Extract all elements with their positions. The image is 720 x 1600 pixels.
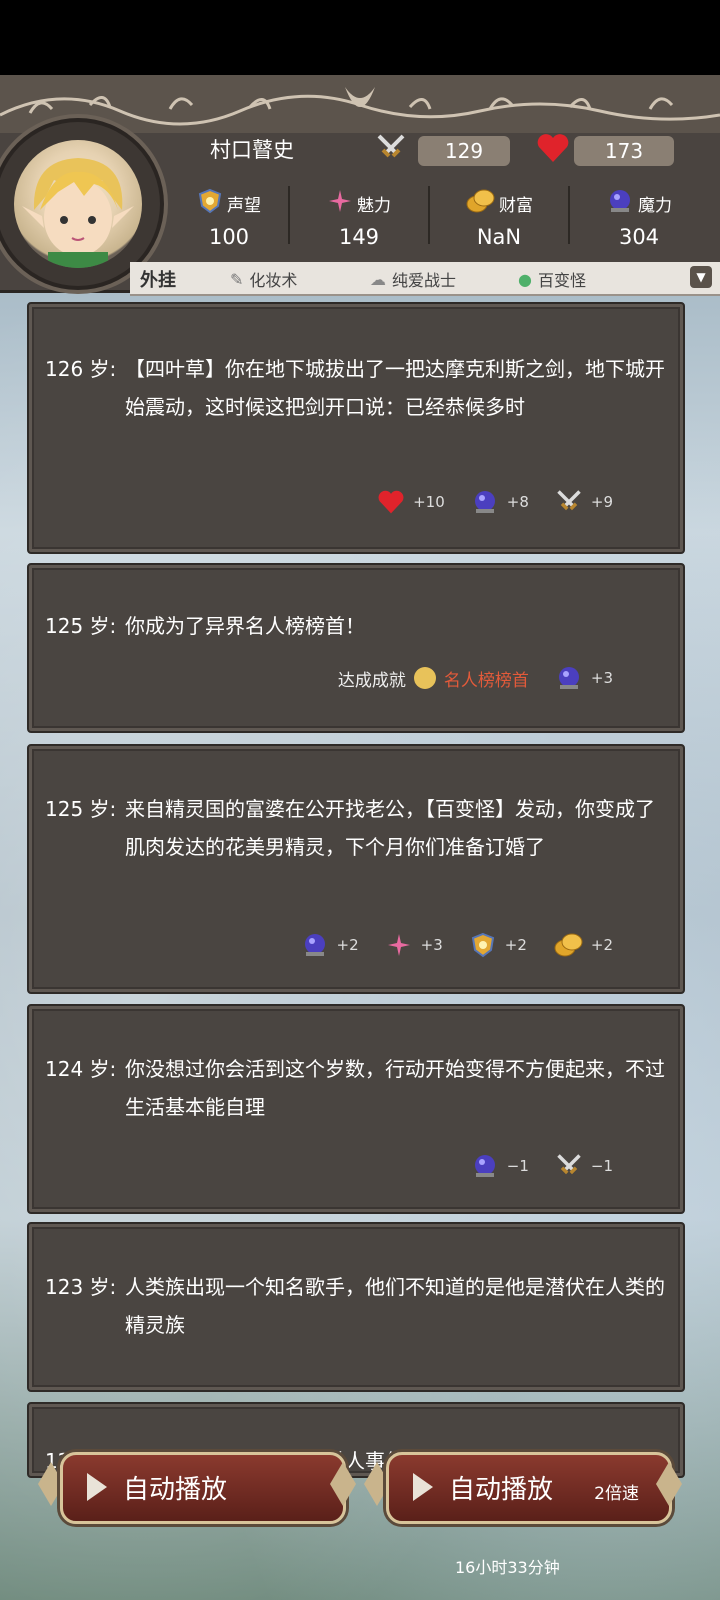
cheat-label: 化妆术 [249, 271, 298, 290]
makeup-icon: ✎ [230, 269, 244, 289]
event-age: 125 岁: [45, 614, 117, 638]
autoplay-2x-button[interactable]: 自动播放 2倍速 [386, 1452, 672, 1524]
play-timer: 16小时33分钟 [455, 1558, 560, 1577]
attack-value: 129 [418, 136, 510, 166]
stat-mana: 魔力 304 [570, 180, 708, 250]
slime-icon: ● [518, 269, 532, 289]
achievement: 达成成就 名人榜榜首 [338, 666, 529, 691]
stat-label: 魔力 [638, 196, 672, 216]
avatar [14, 140, 142, 268]
reward-item: −1 [471, 1153, 529, 1179]
event-card: 125 岁: 你成为了异界名人榜榜首！ 达成成就 名人榜榜首 +3 [27, 563, 685, 733]
stat-label: 声望 [227, 196, 261, 216]
reward-value: +8 [506, 493, 529, 511]
reward-value: +3 [590, 669, 613, 687]
reward-value: +3 [420, 936, 443, 954]
stat-label: 财富 [499, 196, 533, 216]
crossed-swords-icon [375, 132, 407, 168]
cheats-row: 外挂 ✎ 化妆术 ☁ 纯爱战士 ● 百变怪 ▼ [130, 262, 720, 296]
reward-item: +2 [469, 932, 527, 958]
event-age: 126 岁: [45, 357, 117, 381]
gold-coins-icon [465, 188, 495, 219]
reward-value: −1 [506, 1157, 529, 1175]
stat-reputation: 声望 100 [160, 180, 298, 250]
event-text: 你没想过你会活到这个岁数，行动开始变得不方便起来，不过生活基本能自理 [125, 1057, 665, 1119]
reward-value: +10 [413, 493, 445, 511]
achievement-name: 名人榜榜首 [443, 670, 529, 691]
reward-list: 达成成就 名人榜榜首 +3 [338, 665, 613, 691]
reward-item: +8 [471, 489, 529, 515]
player-name: 村口瞽史 [210, 138, 294, 162]
crossed-swords-icon [557, 1154, 581, 1175]
magic-orb-icon [304, 934, 325, 956]
cheat-label: 纯爱战士 [392, 271, 457, 290]
heart-icon [378, 490, 404, 514]
stat-value: 304 [618, 225, 660, 249]
magic-orb-icon [474, 491, 495, 513]
cheat-item[interactable]: ☁ 纯爱战士 [370, 267, 456, 291]
reward-value: +2 [336, 936, 359, 954]
magic-orb-icon [606, 188, 634, 219]
heart-icon [536, 132, 570, 168]
event-age: 125 岁: [45, 797, 117, 821]
event-age: 124 岁: [45, 1057, 117, 1081]
stat-value: 149 [338, 225, 380, 249]
health-value: 173 [574, 136, 674, 166]
speed-label: 2倍速 [594, 1484, 639, 1504]
gold-coins-icon [554, 933, 583, 957]
event-card: 123 岁: 人类族出现一个知名歌手，他们不知道的是他是潜伏在人类的精灵族 [27, 1222, 685, 1392]
cheat-item[interactable]: ✎ 化妆术 [230, 267, 297, 291]
reward-item: −1 [555, 1152, 613, 1180]
stat-label: 魅力 [357, 196, 391, 216]
cloud-icon: ☁ [370, 269, 386, 289]
reward-list: +2 +3 +2 +2 [301, 932, 613, 958]
event-card: 125 岁: 来自精灵国的富婆在公开找老公，【百变怪】发动，你变成了肌肉发达的花美… [27, 744, 685, 994]
play-icon [87, 1473, 107, 1501]
reward-value: +2 [504, 936, 527, 954]
reward-value: −1 [590, 1157, 613, 1175]
stat-row: 声望 100 魅力 149 财富 NaN 魔力 304 [160, 180, 720, 250]
chevron-down-icon[interactable]: ▼ [690, 266, 712, 288]
magic-orb-icon [474, 1155, 495, 1177]
stat-charm: 魅力 149 [290, 180, 428, 250]
reward-item: +2 [301, 932, 359, 958]
reward-value: +2 [590, 936, 613, 954]
reward-list: −1 −1 [471, 1152, 613, 1180]
cheat-label: 百变怪 [537, 271, 586, 290]
status-bar [0, 0, 720, 75]
play-icon [413, 1473, 433, 1501]
event-age: 123 岁: [45, 1275, 117, 1299]
shield-star-icon [197, 188, 223, 219]
stat-value: NaN [476, 225, 522, 249]
crossed-swords-icon [557, 490, 581, 511]
event-text: 你成为了异界名人榜榜首！ [125, 614, 365, 638]
autoplay-label: 自动播放 [123, 1475, 228, 1505]
event-text: 来自精灵国的富婆在公开找老公，【百变怪】发动，你变成了肌肉发达的花美男精灵，下个… [125, 797, 655, 859]
reward-item: +3 [385, 932, 443, 958]
reward-item: +2 [553, 932, 613, 958]
autoplay-button[interactable]: 自动播放 [60, 1452, 346, 1524]
event-card: 126 岁: 【四叶草】你在地下城拔出了一把达摩克利斯之剑，地下城开始震动，这时候… [27, 302, 685, 554]
stat-value: 100 [208, 225, 250, 249]
reward-item: +10 [377, 489, 445, 515]
sparkle-wand-icon [387, 934, 410, 956]
autoplay-label: 自动播放 [449, 1475, 554, 1505]
sparkle-wand-icon [327, 188, 353, 219]
reward-list: +10 +8 +9 [377, 488, 613, 516]
name-row: 村口瞽史 129 173 [170, 130, 710, 168]
magic-orb-icon [558, 667, 579, 689]
cheats-title: 外挂 [140, 270, 176, 291]
vine-ornament [0, 75, 720, 133]
reward-item: +9 [555, 488, 613, 516]
achievement-label: 达成成就 [337, 670, 406, 691]
stat-wealth: 财富 NaN [430, 180, 568, 250]
shield-star-icon [471, 932, 494, 958]
event-text: 【四叶草】你在地下城拔出了一把达摩克利斯之剑，地下城开始震动，这时候这把剑开口说… [125, 357, 665, 419]
reward-item: +3 [555, 665, 613, 691]
event-card: 124 岁: 你没想过你会活到这个岁数，行动开始变得不方便起来，不过生活基本能自理… [27, 1004, 685, 1214]
event-text: 人类族出现一个知名歌手，他们不知道的是他是潜伏在人类的精灵族 [125, 1275, 665, 1337]
cheat-item[interactable]: ● 百变怪 [518, 267, 586, 291]
trophy-icon [413, 667, 436, 689]
reward-value: +9 [590, 493, 613, 511]
